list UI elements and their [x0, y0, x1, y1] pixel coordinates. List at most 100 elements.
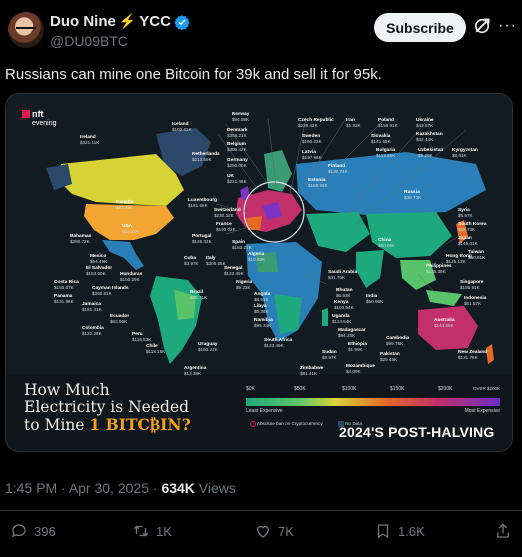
country-label: South Korea $86.73K [458, 222, 487, 232]
country-label: Sudan $3.97K [322, 350, 337, 360]
country-label: Luxembourg $181.55K [188, 198, 218, 208]
ban-icon [250, 421, 256, 427]
country-label: Iceland $102.61K [172, 122, 192, 132]
country-label: France $190.02K [216, 222, 236, 232]
country-label: Libya $5.36K [254, 304, 269, 314]
country-label: Angola $8.61K [254, 292, 271, 302]
country-label: Kenya $103.54K [334, 300, 354, 310]
country-label: Peru $116.53K [132, 332, 152, 342]
share-icon [497, 523, 509, 538]
display-name[interactable]: Duo Nine ⚡ YCC [50, 13, 190, 30]
country-label: Hong Kong $125.13K [446, 254, 472, 264]
country-label: Mexico $64.49K [90, 254, 108, 264]
country-label: Algeria $10.83K [248, 252, 266, 262]
country-label: Portugal $145.32K [192, 234, 212, 244]
grok-icon[interactable] [472, 16, 492, 36]
country-label: Cambodia $99.76K [386, 336, 410, 346]
brand-logo: nft evening [22, 110, 57, 128]
reply-icon [11, 524, 26, 538]
country-label: Madagascar $94.25K [338, 328, 366, 338]
lightning-bolt-icon: ⚡ [118, 13, 137, 29]
reply-count: 396 [34, 523, 56, 539]
country-label: Canada $64.49K [116, 200, 134, 210]
country-label: Russia $39.73K [404, 190, 422, 200]
country-label: Bulgaria $112.65K [376, 148, 396, 158]
subscribe-button[interactable]: Subscribe [374, 13, 466, 42]
bookmark-count: 1.6K [398, 523, 425, 539]
reply-button[interactable]: 396 [10, 522, 56, 540]
views-count: 634K [161, 480, 195, 496]
display-name-text: Duo Nine [50, 13, 116, 30]
repost-icon [133, 525, 149, 537]
country-label: Syria $5.97K [458, 208, 473, 218]
heart-icon [257, 525, 269, 538]
country-label: Ecuador $63.56K [110, 314, 130, 324]
country-label: Chile $118.16K [146, 344, 166, 354]
country-label: Switzerland $230.32K [214, 208, 241, 218]
action-bar: 396 1K 7K 1.6K [0, 522, 522, 546]
post-text: Russians can mine one Bitcoin for 39k an… [5, 66, 382, 83]
country-label: Colombia $122.28K [82, 326, 104, 336]
country-label: Ukraine $42.57K [416, 118, 434, 128]
country-label: Mozambique $4.09K [346, 364, 376, 374]
avatar[interactable] [8, 12, 44, 48]
country-label: Nigeria $9.23K [236, 280, 253, 290]
repost-count: 1K [156, 523, 172, 539]
country-label: New Zealand $131.76K [458, 350, 488, 360]
country-label: UK $221.46K [227, 174, 247, 184]
country-label: Indonesia $61.57K [464, 296, 487, 306]
legend-gradient-bar [246, 398, 500, 406]
country-label: Costa Rica $155.87K [54, 280, 79, 290]
divider [0, 510, 522, 511]
like-button[interactable]: 7K [254, 522, 294, 540]
country-label: Senegal $122.49K [224, 266, 244, 276]
country-label: Czech Republic $228.42K [298, 118, 334, 128]
post-image[interactable]: nft evening Ireland $321.11K Iceland $102.… [5, 93, 513, 452]
country-label: China $50.96K [378, 238, 396, 248]
country-label: South Africa $123.49K [264, 338, 293, 348]
country-label: Singapore $156.91K [460, 280, 484, 290]
country-label: Denmark $358.21K [227, 128, 248, 138]
legend-ticks: $0K $50K $100K $150K $200K OVER $200K [246, 386, 500, 392]
country-label: Latvia $197.96K [302, 150, 322, 160]
country-label: Cayman Islands $368.81K [92, 286, 129, 296]
legend-ends: Least Expensive Most Expensive [246, 408, 500, 414]
views-label: Views [198, 480, 236, 496]
post-time[interactable]: 1:45 PM [5, 480, 57, 496]
like-count: 7K [278, 523, 294, 539]
repost-button[interactable]: 1K [132, 522, 172, 540]
verified-badge-icon [174, 14, 190, 30]
country-label: Slovakia $141.69K [371, 134, 391, 144]
post-meta: 1:45 PM · Apr 30, 2025 · 634K Views [5, 480, 236, 496]
country-label: Pakistan $29.45K [380, 352, 400, 362]
post-halving-badge: 2024'S POST-HALVING [339, 424, 495, 440]
country-label: Bahamas $280.72K [70, 234, 92, 244]
post-date[interactable]: Apr 30, 2025 [69, 480, 149, 496]
country-label: Netherlands $213.59K [192, 152, 220, 162]
infographic-title: How Much Electricity is Needed to Mine 1… [24, 381, 191, 434]
country-label: Japan $145.01K [458, 236, 478, 246]
post-header: Duo Nine ⚡ YCC @DU09BTC Subscribe ··· [0, 0, 522, 62]
country-label: Sweden $160.23K [302, 134, 322, 144]
country-label: Bhutan $6.93K [336, 288, 353, 298]
country-label: Ethiopia $1.99K [348, 342, 367, 352]
share-button[interactable] [494, 522, 512, 540]
more-options-icon[interactable]: ··· [498, 18, 516, 36]
country-label: Philippines $136.36K [426, 264, 452, 274]
country-label: Norway $94.88K [232, 112, 250, 122]
country-label: Finland $130.74K [328, 164, 348, 174]
country-label: Cuba $3.97K [184, 256, 199, 266]
country-label: Uruguay $160.23K [198, 342, 218, 352]
country-label: Kyrgyzstan $8.61K [452, 148, 478, 158]
country-label: Iran $1.32K [346, 118, 361, 128]
country-label: Honduras $150.29K [120, 272, 143, 282]
bookmark-icon [377, 524, 389, 539]
country-label: Brazil $89.71K [190, 290, 208, 300]
country-label: Belgium $309.42K [227, 142, 247, 152]
country-label: Germany $280.00K [227, 158, 248, 168]
display-name-suffix: YCC [139, 13, 171, 30]
country-label: Panama $131.96K [54, 294, 74, 304]
country-label: El Salvador $153.60K [86, 266, 113, 276]
user-handle[interactable]: @DU09BTC [50, 33, 128, 49]
bookmark-button[interactable]: 1.6K [374, 522, 425, 540]
